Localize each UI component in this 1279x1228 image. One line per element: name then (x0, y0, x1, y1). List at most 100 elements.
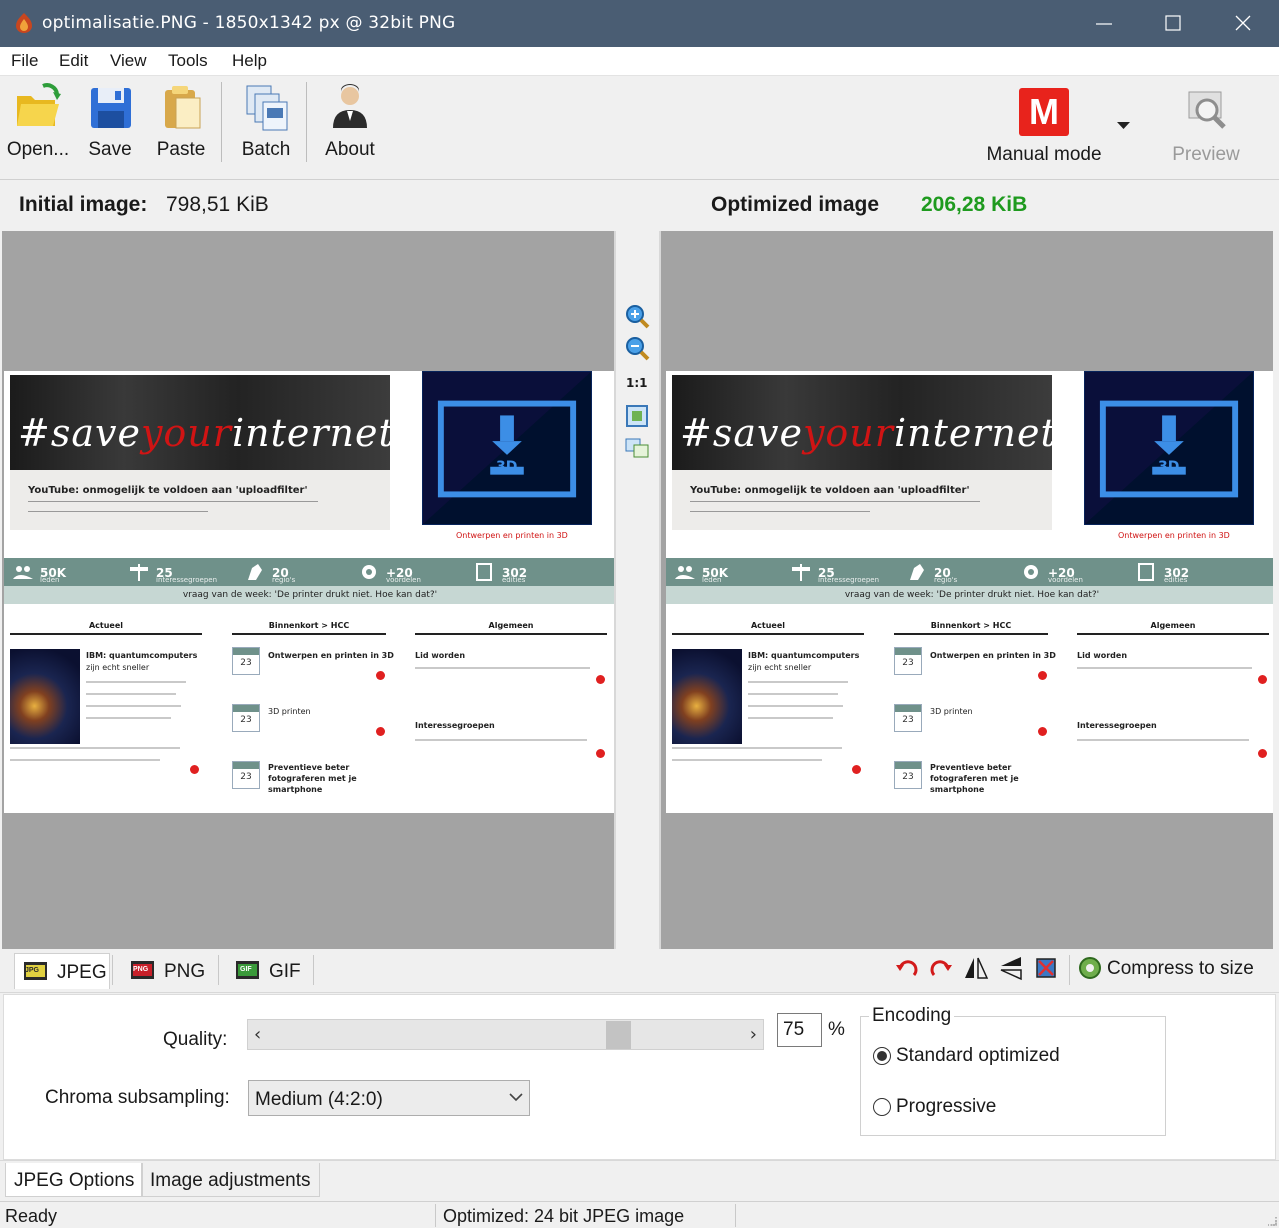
slider-right-arrow-icon[interactable]: › (750, 1024, 757, 1045)
stat-unit: edities (1164, 576, 1188, 584)
hashtag-your: your (140, 411, 232, 455)
magazine-icon (1138, 563, 1154, 581)
save-button[interactable]: Save (82, 82, 138, 170)
optimized-image-pane[interactable]: #saveyourinternet YouTube: onmogelijk te… (659, 231, 1273, 949)
menu-file[interactable]: File (11, 51, 38, 71)
tab-png[interactable]: PNG PNG (130, 953, 210, 989)
manual-mode-m-icon: M (1019, 88, 1069, 136)
compare-images-icon[interactable] (624, 435, 650, 461)
about-button[interactable]: About (320, 82, 380, 170)
chroma-subsampling-select[interactable]: Medium (4:2:0) (248, 1080, 530, 1116)
tab-image-adjustments[interactable]: Image adjustments (141, 1163, 320, 1197)
quality-value-input[interactable]: 75 (777, 1013, 822, 1047)
text-line (748, 717, 833, 719)
menu-help[interactable]: Help (232, 51, 267, 71)
event-title: 3D printen (930, 707, 973, 716)
tab-jpeg[interactable]: JPG JPEG (14, 953, 110, 989)
chroma-selected-value: Medium (4:2:0) (255, 1089, 383, 1110)
user-person-icon (333, 84, 367, 128)
slider-left-arrow-icon[interactable]: ‹ (254, 1024, 261, 1045)
resize-grip-icon[interactable] (1265, 1214, 1277, 1226)
actual-size-button[interactable]: 1:1 (626, 376, 648, 390)
flip-vertical-icon[interactable] (998, 955, 1024, 981)
hashtag-save: #save (18, 411, 141, 455)
event-title: smartphone (930, 785, 985, 794)
text-line (86, 717, 171, 719)
slider-thumb[interactable] (605, 1021, 631, 1049)
stat-benefits: +20 voordelen (1020, 562, 1083, 584)
toolbar: Open... Save Paste Batch About M Manual … (0, 76, 1279, 180)
event-title: Preventieve beter (268, 763, 350, 772)
calendar-icon: 23 (894, 647, 922, 675)
text-line (86, 705, 181, 707)
standard-optimized-label[interactable]: Standard optimized (896, 1045, 1060, 1067)
about-label: About (325, 139, 375, 160)
zoom-in-icon[interactable] (624, 303, 650, 329)
tab-png-label: PNG (164, 961, 206, 982)
more-arrow-icon (1258, 675, 1267, 684)
news-thumbnail (10, 649, 80, 744)
preview-button[interactable]: Preview (1168, 82, 1244, 170)
status-bar: Ready Optimized: 24 bit JPEG image (0, 1201, 1279, 1228)
hero-headline: YouTube: onmogelijk te voldoen aan 'uplo… (28, 485, 308, 496)
minimize-button[interactable] (1069, 0, 1139, 47)
open-button[interactable]: Open... (6, 82, 70, 170)
gear-icon (1024, 565, 1038, 579)
tab-jpeg-options[interactable]: JPEG Options (5, 1163, 144, 1197)
flip-horizontal-icon[interactable] (963, 955, 989, 981)
encoding-label: Encoding (869, 1005, 955, 1027)
more-arrow-icon (376, 727, 385, 736)
calendar-icon: 23 (232, 647, 260, 675)
save-label: Save (88, 139, 132, 160)
compress-to-size-icon[interactable] (1077, 955, 1103, 981)
crop-resize-icon[interactable] (1033, 955, 1059, 981)
initial-preview-image: #saveyourinternet YouTube: onmogelijk te… (4, 371, 614, 813)
news-title: zijn echt sneller (86, 663, 150, 672)
gear-icon (362, 565, 376, 579)
tab-gif[interactable]: GIF GIF (235, 953, 305, 989)
signpost-icon (792, 564, 810, 581)
map-region-icon (910, 564, 924, 580)
optimized-preview-image: #saveyourinternet YouTube: onmogelijk te… (666, 371, 1273, 813)
progressive-radio[interactable] (873, 1098, 891, 1116)
zoom-out-icon[interactable] (624, 335, 650, 361)
batch-button[interactable]: Batch (236, 82, 296, 170)
stat-regions: 20 regio's (244, 562, 295, 584)
open-label: Open... (6, 139, 70, 160)
quality-slider[interactable]: ‹ › (247, 1019, 764, 1050)
initial-image-pane[interactable]: #saveyourinternet YouTube: onmogelijk te… (2, 231, 616, 949)
manual-mode-button[interactable]: M Manual mode (980, 82, 1108, 170)
preview-magnifier-icon (1188, 91, 1226, 129)
save-disk-icon (91, 88, 131, 128)
app-icon (16, 13, 32, 33)
standard-optimized-radio[interactable] (873, 1047, 891, 1065)
menu-tools[interactable]: Tools (168, 51, 208, 71)
open-folder-icon (17, 83, 61, 126)
text-line (690, 511, 870, 512)
hero-hashtag: #saveyourinternet (680, 411, 1057, 455)
maximize-button[interactable] (1138, 0, 1208, 47)
window-title: optimalisatie.PNG - 1850x1342 px @ 32bit… (42, 13, 456, 33)
title-bar: optimalisatie.PNG - 1850x1342 px @ 32bit… (0, 0, 1279, 47)
3d-caption: Ontwerpen en printen in 3D (1118, 531, 1230, 540)
menu-edit[interactable]: Edit (59, 51, 88, 71)
news-title: zijn echt sneller (748, 663, 812, 672)
stat-unit: edities (502, 576, 526, 584)
status-divider (735, 1204, 736, 1227)
stat-regions: 20 regio's (906, 562, 957, 584)
general-item: Interessegroepen (415, 721, 495, 730)
text-line (86, 681, 186, 683)
rotate-right-icon[interactable] (928, 955, 954, 981)
progressive-label[interactable]: Progressive (896, 1096, 996, 1118)
mode-dropdown-arrow-icon[interactable] (1117, 122, 1130, 130)
close-button[interactable] (1208, 0, 1278, 47)
menu-view[interactable]: View (110, 51, 147, 71)
fit-to-window-icon[interactable] (624, 403, 650, 429)
paste-button[interactable]: Paste (152, 82, 210, 170)
column-header: Algemeen (415, 621, 607, 635)
rotate-left-icon[interactable] (894, 955, 920, 981)
calendar-icon: 23 (894, 704, 922, 732)
tab-separator (313, 955, 314, 985)
initial-image-size: 798,51 KiB (166, 193, 269, 216)
compress-to-size-button[interactable]: Compress to size (1107, 958, 1254, 980)
